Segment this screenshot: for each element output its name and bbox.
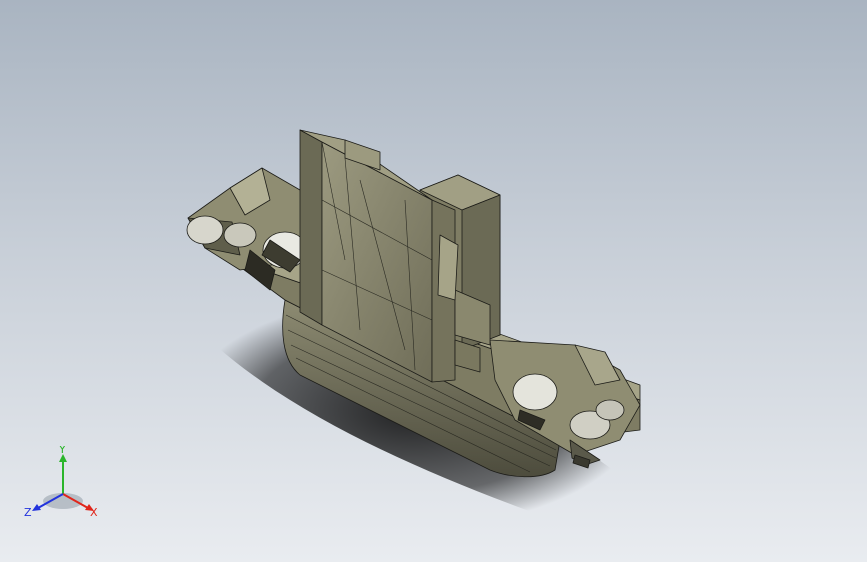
view-orientation-triad[interactable]: Y X Z (22, 446, 112, 526)
cad-model-view[interactable] (0, 0, 867, 562)
z-axis-label: Z (24, 506, 32, 519)
x-axis-label: X (90, 506, 98, 519)
y-axis-label: Y (58, 446, 66, 456)
center-plate-side (299, 129, 323, 326)
graphics-viewport[interactable]: Y X Z (0, 0, 867, 562)
